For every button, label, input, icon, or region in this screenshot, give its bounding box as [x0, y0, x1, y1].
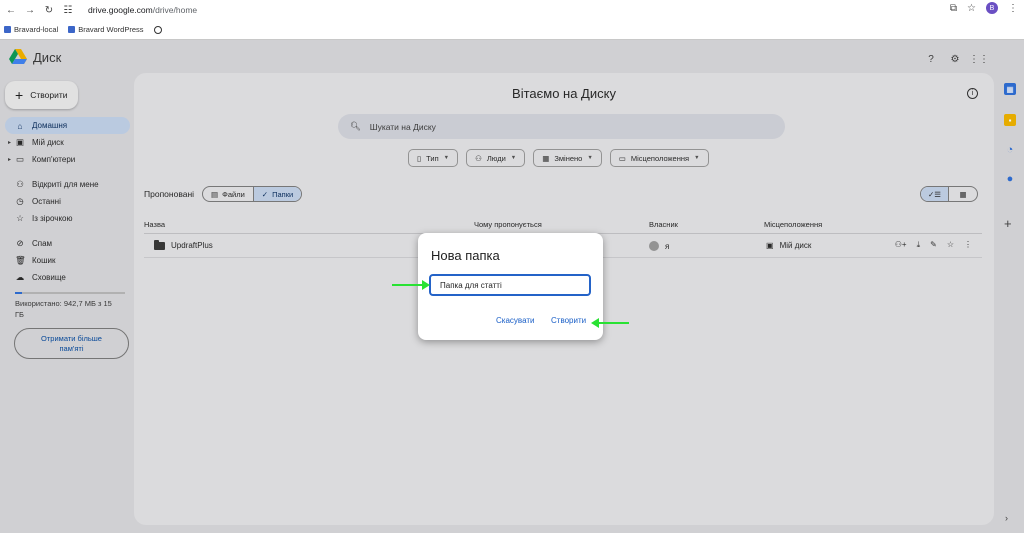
annotation-arrow-to-input [392, 280, 430, 290]
url-path: /drive/home [152, 5, 198, 15]
bookmark-item[interactable] [153, 25, 162, 34]
bookmark-item[interactable]: Bravard WordPress [68, 25, 144, 34]
url-field[interactable]: drive.google.com/drive/home [88, 5, 197, 15]
cancel-button[interactable]: Скасувати [496, 316, 534, 325]
annotation-arrow-to-create [591, 318, 629, 328]
bookmark-favicon-icon [68, 26, 76, 33]
browser-profile-avatar[interactable]: B [986, 2, 998, 14]
forward-icon[interactable]: → [22, 2, 38, 18]
back-icon[interactable]: ← [3, 2, 19, 18]
new-folder-dialog: Нова папка Скасувати Створити [418, 233, 603, 340]
bookmark-favicon-icon [4, 26, 11, 33]
globe-icon [153, 25, 162, 34]
cast-icon[interactable]: ⧉ [950, 3, 957, 14]
browser-menu-icon[interactable]: ⋮ [1008, 3, 1018, 14]
bookmarks-bar: Bravard-local Bravard WordPress [0, 20, 1024, 40]
site-settings-icon[interactable]: ☷ [60, 2, 76, 18]
bookmark-label: Bravard WordPress [78, 25, 144, 34]
folder-name-input[interactable] [429, 274, 591, 296]
star-icon[interactable]: ☆ [967, 3, 976, 14]
bookmark-label: Bravard-local [14, 25, 59, 34]
bookmark-item[interactable]: Bravard-local [4, 25, 58, 34]
reload-icon[interactable]: ↻ [41, 2, 57, 18]
create-folder-button[interactable]: Створити [551, 316, 586, 325]
url-host: drive.google.com [88, 5, 153, 15]
dialog-title: Нова папка [431, 248, 500, 263]
browser-address-bar: ← → ↻ ☷ drive.google.com/drive/home ⧉ ☆ … [0, 0, 1024, 20]
